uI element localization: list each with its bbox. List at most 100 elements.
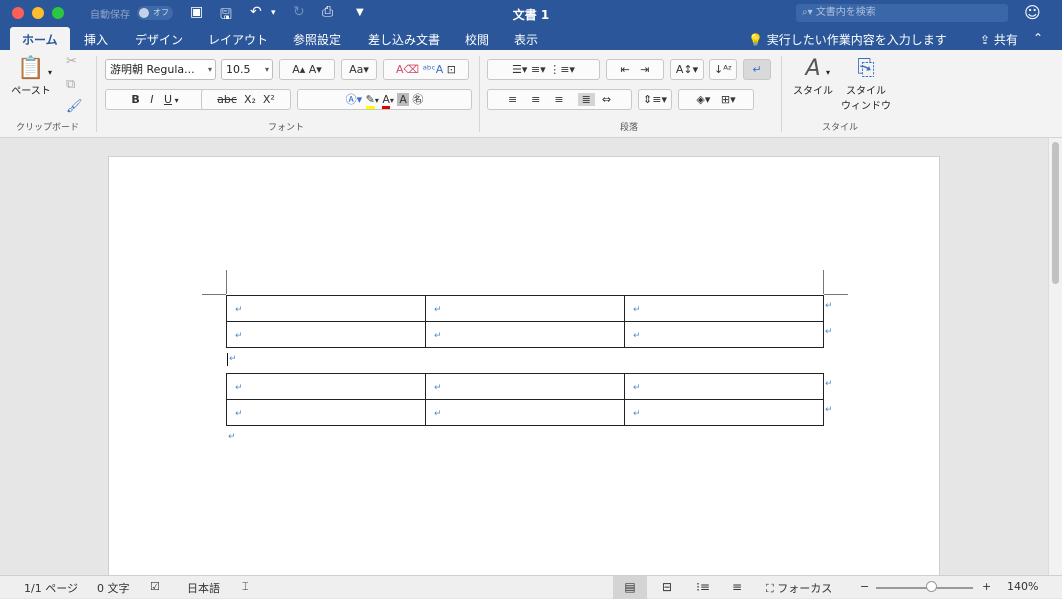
table-cell[interactable]: ↵	[226, 373, 426, 400]
zoom-slider-knob[interactable]	[926, 581, 937, 592]
table-cell[interactable]: ↵	[624, 373, 824, 400]
tab-layout[interactable]: レイアウト	[208, 31, 268, 48]
align-right-icon[interactable]: ≡	[554, 93, 563, 106]
character-shading-icon[interactable]: A	[397, 93, 409, 106]
draft-view-button[interactable]: ≡	[720, 576, 754, 599]
shrink-font-icon[interactable]: A▾	[309, 63, 322, 76]
sort-button[interactable]: ↓ᴬᶻ	[709, 59, 737, 80]
document-page[interactable]: ↵ ↵ ↵ ↵ ↵ ↵ ↵ ↵ ↵ ↵ ↵ ↵ ↵ ↵ ↵ ↵ ↵ ↵	[108, 156, 940, 575]
customize-toolbar-icon[interactable]: ▼	[356, 7, 364, 18]
numbering-icon[interactable]: ≡▾	[531, 63, 546, 76]
phonetic-guide-icon[interactable]: ᵃᵇᶜA	[423, 63, 444, 76]
align-left-icon[interactable]: ≡	[508, 93, 517, 106]
tab-home[interactable]: ホーム	[10, 27, 70, 50]
distributed-icon[interactable]: ⇔	[602, 93, 611, 106]
tab-review[interactable]: 校閲	[465, 31, 489, 48]
feedback-smiley-icon[interactable]: ☺	[1024, 3, 1041, 22]
font-name-select[interactable]: 游明朝 Regula... ▾	[105, 59, 216, 80]
table-cell[interactable]: ↵	[624, 399, 824, 426]
underline-icon[interactable]: U	[164, 93, 172, 106]
page-count[interactable]: 1/1 ページ	[24, 580, 78, 596]
table-cell[interactable]: ↵	[425, 373, 625, 400]
styles-pane-button[interactable]: ⎘ スタイル ウィンドウ	[840, 56, 892, 112]
copy-icon[interactable]: ⧉	[66, 77, 75, 92]
highlight-icon[interactable]: ✎	[365, 93, 375, 109]
change-case-button[interactable]: Aa▾	[341, 59, 377, 80]
enclose-characters-icon[interactable]: ㊔	[412, 93, 423, 106]
decrease-indent-icon[interactable]: ⇤	[621, 63, 630, 76]
undo-dropdown-icon[interactable]: ▾	[271, 8, 276, 18]
document-table-1[interactable]: ↵ ↵ ↵ ↵ ↵ ↵	[226, 295, 824, 348]
line-spacing-button[interactable]: ⇕≡▾	[638, 89, 672, 110]
table-cell[interactable]: ↵	[624, 321, 824, 348]
tab-mailings[interactable]: 差し込み文書	[368, 31, 440, 48]
zoom-window-button[interactable]	[52, 7, 64, 19]
table-cell[interactable]: ↵	[226, 321, 426, 348]
zoom-in-icon[interactable]: +	[982, 580, 991, 593]
character-border-icon[interactable]: ⊡	[447, 63, 456, 76]
font-size-select[interactable]: 10.5 ▾	[221, 59, 273, 80]
borders-icon[interactable]: ⊞▾	[721, 93, 736, 106]
justify-icon[interactable]: ≣	[577, 93, 595, 106]
zoom-level[interactable]: 140%	[1007, 580, 1038, 593]
strikethrough-icon[interactable]: abc	[217, 93, 237, 106]
grow-font-icon[interactable]: A▴	[292, 63, 305, 76]
sidebar-panel-icon[interactable]: ▣	[190, 4, 203, 20]
autosave-toggle[interactable]: オフ	[137, 6, 173, 20]
document-workspace[interactable]: ↵ ↵ ↵ ↵ ↵ ↵ ↵ ↵ ↵ ↵ ↵ ↵ ↵ ↵ ↵ ↵ ↵ ↵	[0, 138, 1048, 575]
text-direction-button[interactable]: A↕▾	[670, 59, 704, 80]
table-cell[interactable]: ↵	[624, 295, 824, 322]
outline-view-button[interactable]: ⁝≡	[686, 576, 720, 599]
proofing-icon[interactable]: ☑	[150, 580, 160, 593]
collapse-ribbon-icon[interactable]: ⌃	[1033, 31, 1043, 45]
paste-dropdown-icon[interactable]: ▾	[48, 68, 52, 77]
search-input[interactable]: ⌕▾ 文書内を検索	[796, 4, 1008, 22]
table-cell[interactable]: ↵	[425, 399, 625, 426]
clear-formatting-icon[interactable]: A⌫	[396, 63, 419, 76]
show-formatting-marks-button[interactable]: ↵	[743, 59, 771, 80]
table-cell[interactable]: ↵	[226, 399, 426, 426]
track-changes-icon[interactable]: ⌶	[242, 580, 249, 594]
tab-insert[interactable]: 挿入	[84, 31, 108, 48]
increase-indent-icon[interactable]: ⇥	[640, 63, 649, 76]
superscript-icon[interactable]: X²	[263, 93, 275, 106]
chevron-down-icon[interactable]: ▾	[172, 96, 179, 105]
tell-me-box[interactable]: 💡 実行したい作業内容を入力します	[748, 31, 947, 48]
web-layout-view-button[interactable]: ⊟	[650, 576, 684, 599]
zoom-out-icon[interactable]: −	[860, 580, 869, 593]
align-center-icon[interactable]: ≡	[531, 93, 540, 106]
styles-dropdown-icon[interactable]: ▾	[826, 68, 830, 77]
close-window-button[interactable]	[12, 7, 24, 19]
table-cell[interactable]: ↵	[226, 295, 426, 322]
cut-icon[interactable]: ✂	[66, 54, 77, 69]
zoom-slider[interactable]	[876, 587, 973, 589]
table-cell[interactable]: ↵	[425, 295, 625, 322]
redo-icon[interactable]: ↻	[293, 4, 305, 20]
document-table-2[interactable]: ↵ ↵ ↵ ↵ ↵ ↵	[226, 373, 824, 426]
multilevel-list-icon[interactable]: ⋮≡▾	[549, 63, 575, 76]
undo-icon[interactable]: ↶	[250, 4, 262, 20]
font-color-icon[interactable]: A	[382, 93, 390, 109]
language-indicator[interactable]: 日本語	[187, 580, 220, 596]
print-layout-view-button[interactable]: ▤	[613, 576, 647, 599]
italic-icon[interactable]: I	[150, 93, 153, 106]
word-count[interactable]: 0 文字	[97, 580, 130, 596]
bullets-icon[interactable]: ☰▾	[512, 63, 527, 76]
focus-mode-button[interactable]: ⛶ フォーカス	[766, 580, 832, 596]
tab-references[interactable]: 参照設定	[293, 31, 341, 48]
format-painter-icon[interactable]: 🖌	[66, 99, 83, 114]
minimize-window-button[interactable]	[32, 7, 44, 19]
share-button[interactable]: ⇪ 共有	[980, 31, 1018, 48]
subscript-icon[interactable]: X₂	[244, 93, 256, 106]
save-icon[interactable]: 🖫	[220, 4, 232, 28]
print-icon[interactable]: ⎙	[322, 4, 333, 20]
table-cell[interactable]: ↵	[425, 321, 625, 348]
text-effects-icon[interactable]: Ⓐ▾	[346, 93, 363, 106]
vertical-scrollbar[interactable]	[1048, 138, 1062, 575]
scrollbar-thumb[interactable]	[1052, 142, 1059, 284]
styles-gallery-button[interactable]: A スタイル	[788, 56, 838, 97]
shading-icon[interactable]: ◈▾	[696, 93, 710, 106]
tab-design[interactable]: デザイン	[135, 31, 183, 48]
tab-view[interactable]: 表示	[514, 31, 538, 48]
bold-icon[interactable]: B	[131, 93, 139, 106]
